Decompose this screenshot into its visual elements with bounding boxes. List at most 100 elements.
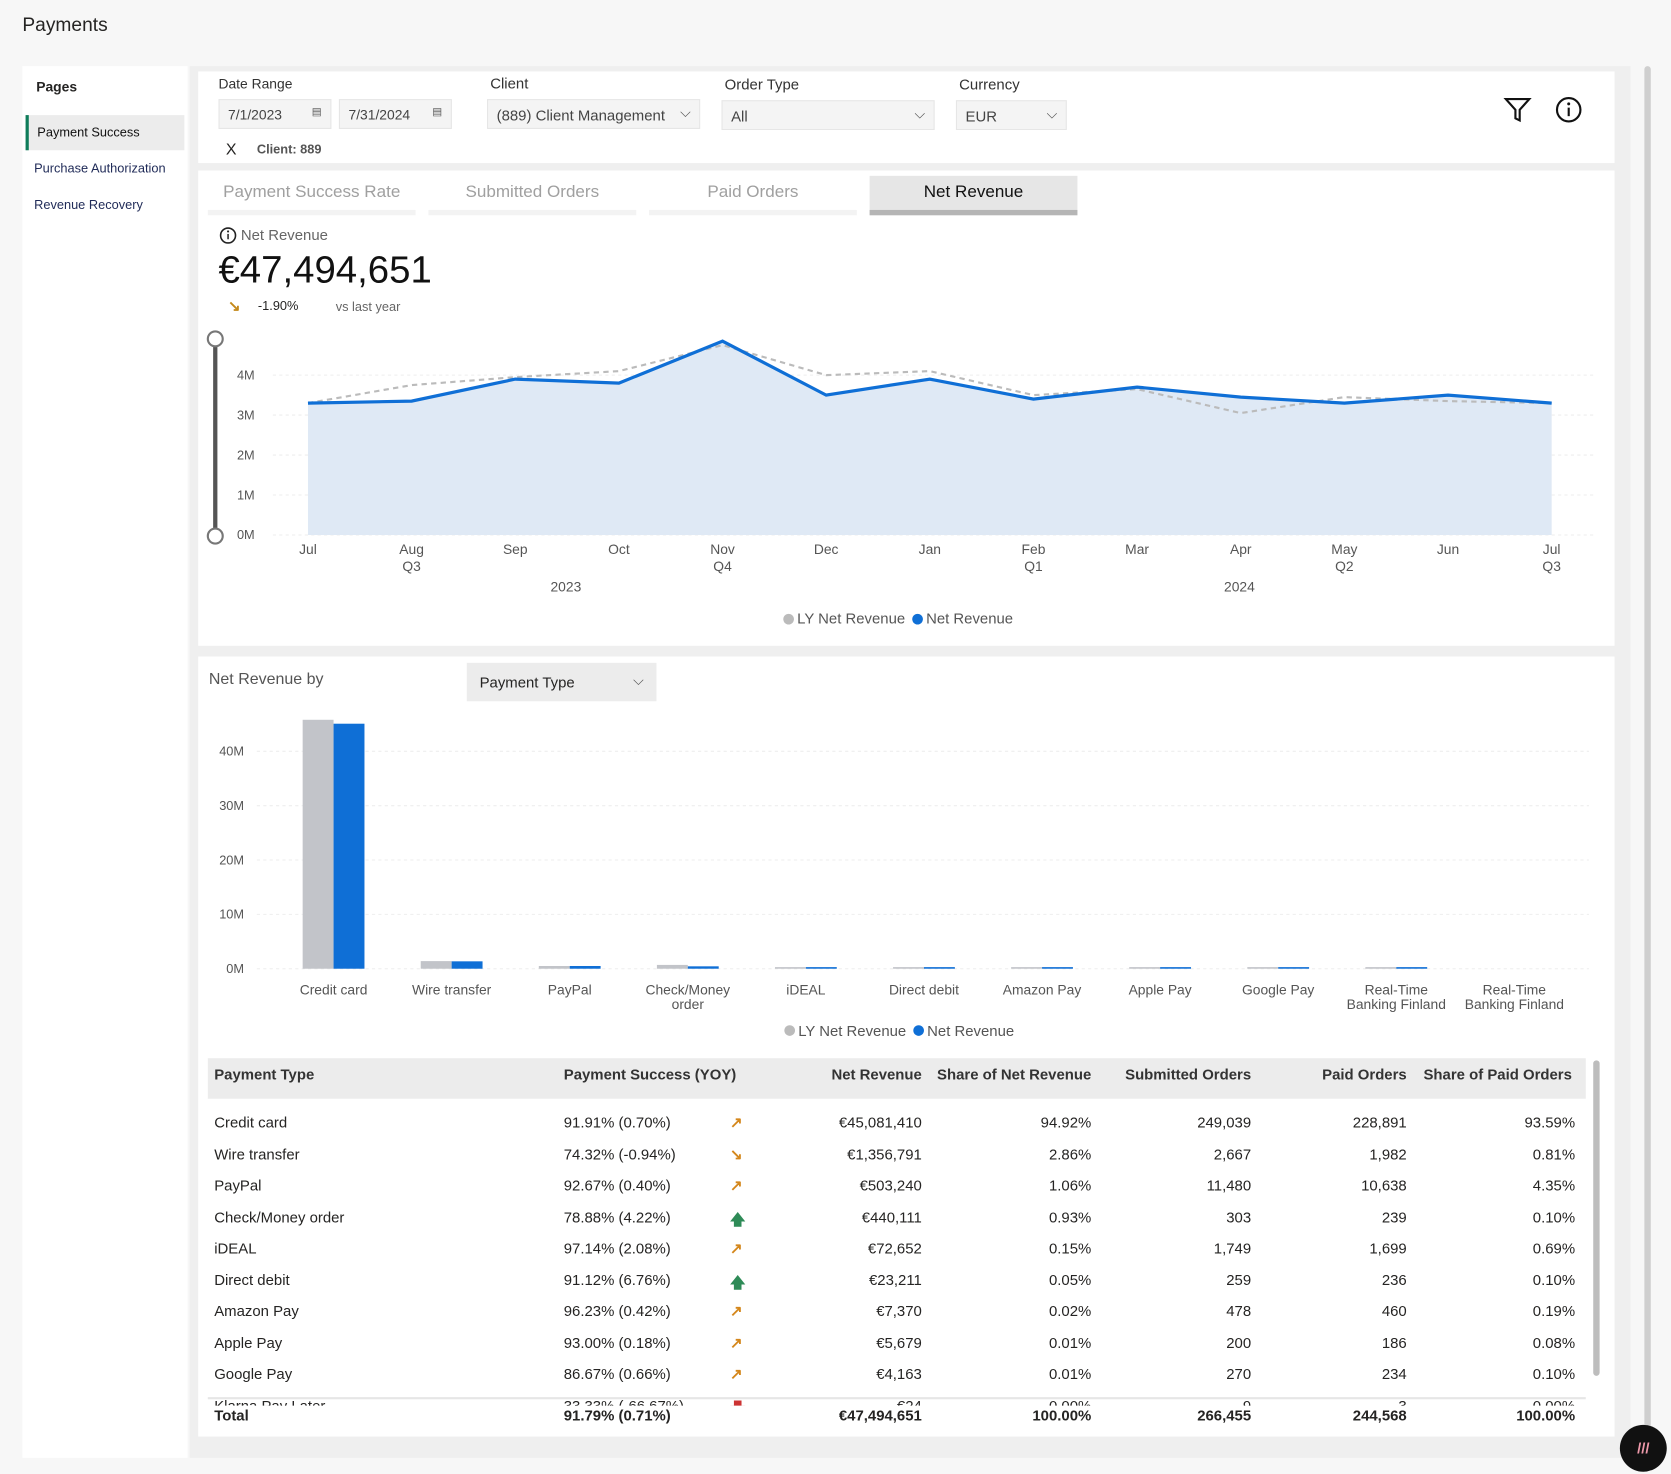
- cell-share: 0.93%: [1048, 1207, 1092, 1226]
- page-scrollbar[interactable]: [1644, 66, 1651, 1458]
- currency-label: Currency: [959, 75, 1020, 93]
- column-header[interactable]: Submitted Orders: [1125, 1066, 1251, 1083]
- table-row[interactable]: Amazon Pay 96.23% (0.42%) €7,370 0.02% 478 46…: [208, 1296, 1586, 1327]
- trend-up-right-icon: ↗: [730, 1239, 743, 1257]
- x-tick-label: Feb: [1022, 541, 1046, 557]
- slider-handle-top[interactable]: [206, 330, 224, 348]
- cell-paid: 1,982: [1369, 1145, 1407, 1163]
- cell-success: 91.12% (6.76%): [563, 1270, 671, 1288]
- cell-type: Direct debit: [214, 1270, 290, 1288]
- start-date-input[interactable]: 7/1/2023 ▤: [218, 99, 332, 129]
- tab-paid-orders[interactable]: Paid Orders: [649, 176, 857, 216]
- x-category-label: Banking Finland: [1347, 996, 1446, 1012]
- client-label: Client: [490, 74, 529, 92]
- x-category-label: Real-Time: [1483, 981, 1547, 997]
- cell-success: 86.67% (0.66%): [563, 1365, 671, 1383]
- net-revenue-bar: [687, 966, 719, 969]
- nav-item-revenue-recovery[interactable]: Revenue Recovery: [26, 188, 185, 223]
- column-header[interactable]: Share of Net Revenue: [937, 1066, 1091, 1083]
- cell-share_paid: 4.35%: [1532, 1176, 1576, 1194]
- cell-share: 0.02%: [1048, 1302, 1092, 1320]
- client-dropdown[interactable]: (889) Client Management ⌵: [487, 99, 701, 129]
- table-row[interactable]: Credit card 91.91% (0.70%) €45,081,410 94.9…: [208, 1107, 1586, 1138]
- ly-net-revenue-bar: [1129, 967, 1161, 969]
- x-category-label: Apple Pay: [1129, 981, 1192, 997]
- x-category-label: order: [672, 996, 705, 1012]
- cell-type: Credit card: [214, 1113, 288, 1131]
- legend-nr-marker: [913, 1025, 924, 1036]
- column-header[interactable]: Payment Type: [214, 1066, 314, 1083]
- currency-dropdown[interactable]: EUR ⌵: [955, 100, 1067, 131]
- column-header[interactable]: Paid Orders: [1322, 1066, 1407, 1083]
- cell-share_paid: 0.19%: [1532, 1302, 1576, 1320]
- calendar-icon[interactable]: ▤: [432, 107, 442, 119]
- column-header[interactable]: Share of Paid Orders: [1423, 1066, 1571, 1083]
- cell-paid: 460: [1381, 1302, 1407, 1320]
- info-icon[interactable]: [1555, 96, 1583, 124]
- breakdown-dropdown[interactable]: Payment Type ⌵: [466, 662, 657, 702]
- tab-submitted-orders[interactable]: Submitted Orders: [428, 176, 637, 216]
- end-date-input[interactable]: 7/31/2024 ▤: [338, 99, 452, 129]
- table-row[interactable]: iDEAL 97.14% (2.08%) €72,652 0.15% 1,749 1,69…: [208, 1233, 1586, 1264]
- calendar-icon[interactable]: ▤: [312, 107, 322, 119]
- table-row[interactable]: Wire transfer 74.32% (-0.94%) €1,356,791 2.…: [208, 1139, 1586, 1170]
- table-header: Payment Type Payment Success (YOY) Net Rev…: [207, 1058, 1586, 1099]
- trend-up-right-icon: ↗: [730, 1113, 743, 1131]
- trend-up-icon: 🡅: [730, 1272, 746, 1291]
- table-row[interactable]: Google Pay 86.67% (0.66%) €4,163 0.01% 270 23…: [208, 1359, 1586, 1390]
- x-tick-label: Apr: [1230, 541, 1252, 557]
- table-scrollbar[interactable]: [1593, 1060, 1600, 1376]
- nav-item-payment-success[interactable]: Payment Success: [25, 115, 185, 151]
- x-tick-label: Jun: [1437, 541, 1459, 557]
- table-row[interactable]: Check/Money order 78.88% (4.22%) €440,111 0…: [208, 1202, 1586, 1233]
- cell-submitted: 303: [1226, 1207, 1252, 1226]
- chevron-down-icon: ⌵: [680, 104, 691, 121]
- info-icon[interactable]: [218, 226, 237, 245]
- filter-icon[interactable]: [1503, 96, 1533, 124]
- clear-filter-button[interactable]: X: [226, 141, 237, 159]
- cell-submitted: 266,455: [1197, 1406, 1252, 1424]
- y-tick-label: 40M: [219, 744, 244, 759]
- x-quarter-label: Q1: [1024, 558, 1043, 574]
- cell-net: €23,211: [868, 1270, 922, 1288]
- assistant-logo-icon[interactable]: ///: [1619, 1424, 1667, 1472]
- cell-type: Check/Money order: [214, 1207, 345, 1226]
- ly-net-revenue-bar: [1365, 967, 1397, 969]
- ly-net-revenue-bar: [420, 961, 452, 969]
- x-year-label: 2024: [1224, 578, 1255, 594]
- cell-paid: 234: [1381, 1365, 1407, 1383]
- cell-share_paid: 0.10%: [1532, 1270, 1576, 1288]
- x-category-label: Banking Finland: [1465, 996, 1564, 1012]
- table-row[interactable]: Apple Pay 93.00% (0.18%) €5,679 0.01% 200 186…: [208, 1327, 1586, 1358]
- arrow-down-right-icon: ↘: [228, 297, 241, 315]
- net-revenue-line-chart: 0M1M2M3M4MJul AugQ3Sep Oct NovQ4Dec Jan FebQ1…: [206, 330, 1595, 627]
- order-type-value: All: [731, 107, 748, 125]
- tab-net-revenue[interactable]: Net Revenue: [869, 175, 1078, 216]
- cell-submitted: 2,667: [1213, 1145, 1252, 1163]
- table-total-row[interactable]: Total 91.79% (0.71%) €47,494,651 100.00% 266…: [208, 1400, 1586, 1431]
- breakdown-value: Payment Type: [479, 673, 575, 691]
- table-row[interactable]: PayPal 92.67% (0.40%) €503,240 1.06% 11,480 1…: [208, 1170, 1586, 1201]
- cell-share_paid: 0.10%: [1532, 1365, 1576, 1383]
- x-category-label: PayPal: [548, 981, 592, 997]
- table-row[interactable]: Direct debit 91.12% (6.76%) €23,211 0.05% 25…: [208, 1264, 1586, 1295]
- ly-net-revenue-bar: [1011, 967, 1043, 969]
- nav-item-purchase-authorization[interactable]: Purchase Authorization: [26, 151, 185, 186]
- x-tick-label: Dec: [814, 541, 839, 557]
- column-header[interactable]: Payment Success (YOY): [564, 1066, 736, 1083]
- kpi-label: Net Revenue: [240, 225, 328, 243]
- cell-paid: 1,699: [1369, 1239, 1407, 1257]
- cell-submitted: 1,749: [1213, 1239, 1252, 1257]
- order-type-dropdown[interactable]: All ⌵: [721, 100, 935, 131]
- legend-nr-marker: [912, 613, 923, 625]
- column-header[interactable]: Net Revenue: [831, 1066, 921, 1083]
- net-revenue-bar: [333, 723, 365, 969]
- slider-handle-bottom[interactable]: [206, 527, 224, 545]
- ly-net-revenue-bar: [774, 967, 806, 969]
- tab-payment-success-rate[interactable]: Payment Success Rate: [207, 176, 416, 216]
- cell-paid: 244,568: [1352, 1406, 1407, 1424]
- cell-success: 74.32% (-0.94%): [563, 1145, 676, 1163]
- end-date-value: 7/31/2024: [348, 106, 411, 123]
- cell-paid: 239: [1381, 1207, 1407, 1226]
- chevron-down-icon: ⌵: [914, 105, 926, 122]
